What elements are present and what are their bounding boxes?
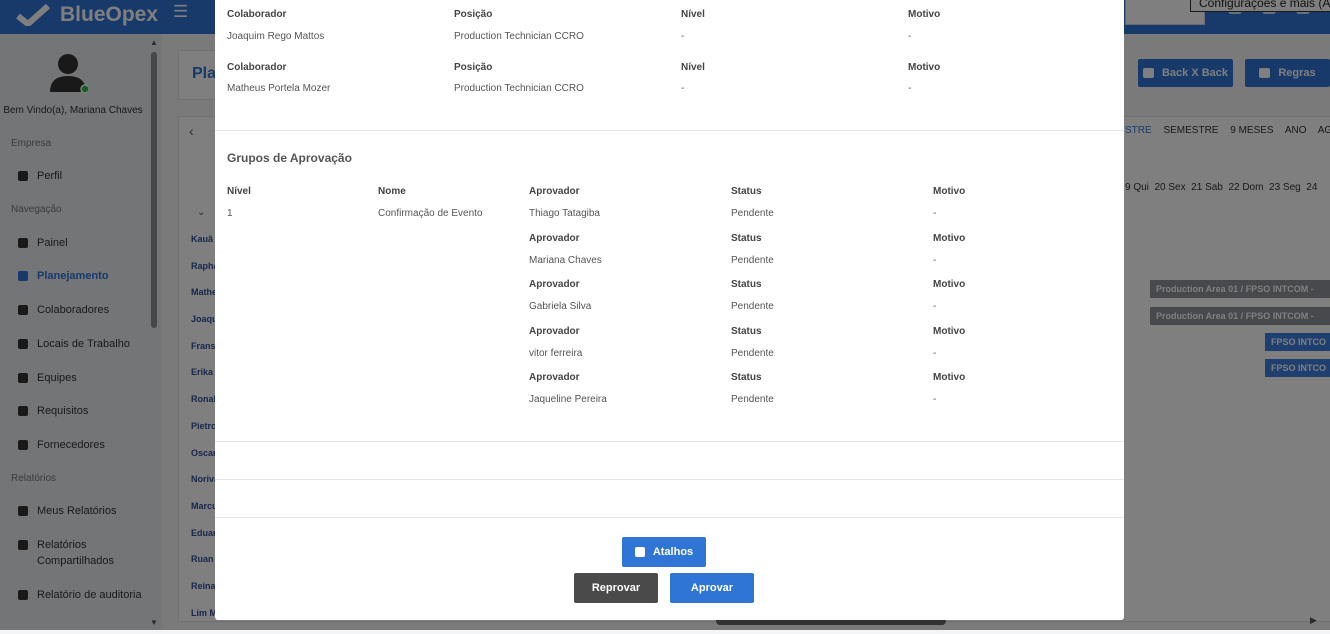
reprovar-label: Reprovar (591, 582, 641, 594)
atalhos-label: Atalhos (652, 546, 694, 558)
divider (215, 441, 1124, 442)
label-posicao: Posição (454, 62, 493, 73)
divider (215, 517, 1124, 518)
colaborador-posicao: Production Technician CCRO (454, 83, 584, 94)
colaborador-nivel: - (681, 83, 685, 94)
approver-name: vitor ferreira (529, 348, 583, 359)
colaborador-motivo: - (908, 31, 912, 42)
label-colaborador: Colaborador (227, 62, 287, 73)
header-aprovador: Aprovador (529, 372, 580, 383)
label-nivel: Nível (681, 9, 705, 20)
header-status: Status (731, 233, 762, 244)
colaborador-posicao: Production Technician CCRO (454, 31, 584, 42)
header-status: Status (731, 279, 762, 290)
aprovar-label: Aprovar (690, 582, 734, 594)
label-motivo: Motivo (908, 9, 941, 20)
approver-status: Pendente (731, 348, 774, 359)
divider (215, 130, 1124, 131)
header-nome: Nome (378, 186, 406, 197)
atalhos-button[interactable]: Atalhos (622, 537, 706, 567)
colaborador-name: Joaquim Rego Mattos (227, 31, 325, 42)
header-motivo: Motivo (933, 326, 966, 337)
header-nivel: Nível (227, 186, 251, 197)
label-posicao: Posição (454, 9, 493, 20)
header-status: Status (731, 372, 762, 383)
approver-status: Pendente (731, 208, 774, 219)
reprovar-button[interactable]: Reprovar (574, 573, 658, 603)
label-motivo: Motivo (908, 62, 941, 73)
header-aprovador: Aprovador (529, 326, 580, 337)
approval-groups-title: Grupos de Aprovação (227, 151, 352, 165)
colaborador-nivel: - (681, 31, 685, 42)
approver-name: Jaqueline Pereira (529, 394, 607, 405)
label-colaborador: Colaborador (227, 9, 287, 20)
divider (215, 479, 1124, 480)
header-motivo: Motivo (933, 372, 966, 383)
group-nome: Confirmação de Evento (378, 208, 483, 219)
group-nivel: 1 (227, 208, 233, 219)
colaborador-name: Matheus Portela Mozer (227, 83, 331, 94)
header-aprovador: Aprovador (529, 186, 580, 197)
header-motivo: Motivo (933, 233, 966, 244)
colaborador-motivo: - (908, 83, 912, 94)
approver-status: Pendente (731, 255, 774, 266)
approver-motivo: - (933, 301, 937, 312)
label-nivel: Nível (681, 62, 705, 73)
header-status: Status (731, 186, 762, 197)
approver-name: Gabriela Silva (529, 301, 592, 312)
approver-motivo: - (933, 208, 937, 219)
approver-motivo: - (933, 348, 937, 359)
approver-motivo: - (933, 394, 937, 405)
approver-status: Pendente (731, 301, 774, 312)
header-aprovador: Aprovador (529, 233, 580, 244)
header-motivo: Motivo (933, 279, 966, 290)
approver-name: Mariana Chaves (529, 255, 602, 266)
approver-name: Thiago Tatagiba (529, 208, 600, 219)
header-aprovador: Aprovador (529, 279, 580, 290)
approver-status: Pendente (731, 394, 774, 405)
shortcut-icon (634, 547, 645, 557)
approver-motivo: - (933, 255, 937, 266)
header-motivo: Motivo (933, 186, 966, 197)
aprovar-button[interactable]: Aprovar (670, 573, 754, 603)
header-status: Status (731, 326, 762, 337)
approval-modal: Colaborador Posição Nível Motivo Joaquim… (215, 0, 1124, 620)
